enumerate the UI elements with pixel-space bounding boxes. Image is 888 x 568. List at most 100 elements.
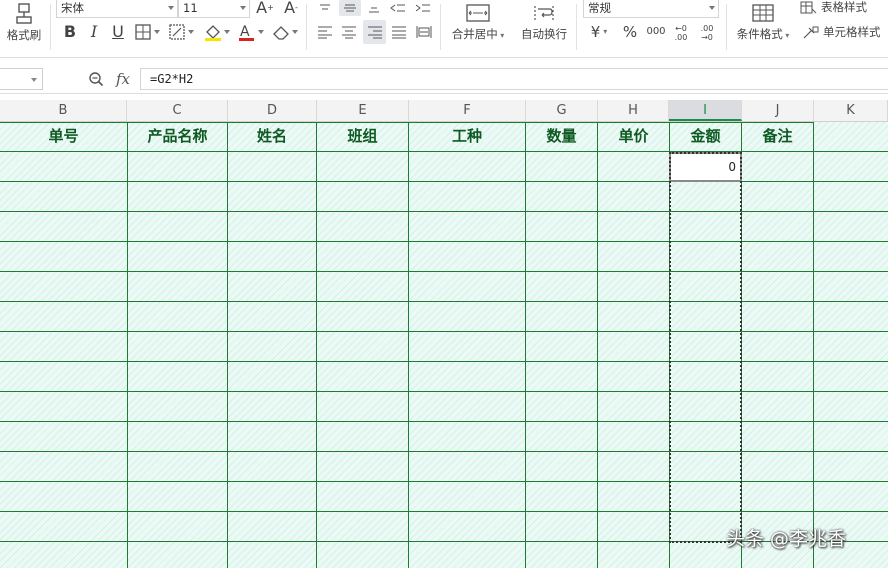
gridline xyxy=(0,451,888,452)
font-size-select[interactable]: 11 xyxy=(178,0,250,18)
zoom-lookup-button[interactable] xyxy=(86,70,106,88)
font-name-select[interactable]: 宋体 xyxy=(56,0,178,18)
column-header-bar: B C D E F G H I J K xyxy=(0,100,888,122)
font-size-value: 11 xyxy=(183,1,198,15)
align-bottom-button[interactable] xyxy=(364,0,384,16)
chevron-down-icon: ▾ xyxy=(782,30,790,40)
align-center-button[interactable] xyxy=(339,22,359,42)
formula-input[interactable]: =G2*H2 xyxy=(140,68,888,90)
active-cell-i2[interactable]: 0 xyxy=(669,152,742,182)
column-header-c[interactable]: C xyxy=(127,100,228,121)
align-left-icon xyxy=(318,26,332,39)
align-left-button[interactable] xyxy=(315,22,335,42)
spreadsheet-grid[interactable]: 单号 产品名称 姓名 班组 工种 数量 单价 金额 备注 0 头条 @李兆香 xyxy=(0,122,888,568)
increase-indent-button[interactable] xyxy=(413,0,433,16)
chevron-down-icon xyxy=(31,78,37,82)
ribbon-divider xyxy=(50,4,51,50)
distributed-align-button[interactable] xyxy=(414,22,434,42)
currency-format-button[interactable]: ¥ ▾ xyxy=(584,22,614,42)
column-header-b[interactable]: B xyxy=(0,100,127,121)
wrap-text-button[interactable]: 自动换行 xyxy=(516,0,572,44)
align-bottom-icon xyxy=(369,7,379,13)
borders-button[interactable] xyxy=(134,22,162,42)
header-cell-team[interactable]: 班组 xyxy=(317,122,408,151)
conditional-format-icon xyxy=(752,4,774,22)
indent-icon xyxy=(415,4,430,12)
column-header-f[interactable]: F xyxy=(409,100,526,121)
number-format-value: 常规 xyxy=(588,1,611,15)
bold-button[interactable]: B xyxy=(60,22,80,42)
increase-decimal-label: ←0 .00 xyxy=(674,24,688,42)
cell-shading-button[interactable] xyxy=(168,22,196,42)
ribbon-toolbar: 格式刷 宋体 11 A + A- B I U A 合并居中 ▾ 自动换行 常规 … xyxy=(0,0,888,58)
gridline xyxy=(0,151,888,152)
clear-format-button[interactable] xyxy=(270,22,300,42)
column-header-e[interactable]: E xyxy=(317,100,409,121)
merge-cells-icon xyxy=(466,4,490,22)
column-header-g[interactable]: G xyxy=(526,100,598,121)
conditional-format-label: 条件格式 xyxy=(736,26,783,41)
italic-button[interactable]: I xyxy=(84,22,104,42)
font-color-icon: A xyxy=(239,24,264,41)
gridline xyxy=(525,122,526,568)
header-cell-unit-price[interactable]: 单价 xyxy=(598,122,669,151)
table-style-label: 表格样式 xyxy=(821,0,867,15)
gridline xyxy=(0,271,888,272)
header-cell-name[interactable]: 姓名 xyxy=(228,122,316,151)
chevron-down-icon: ▾ xyxy=(497,30,505,40)
fill-color-button[interactable] xyxy=(202,22,232,42)
gridline xyxy=(0,391,888,392)
distributed-align-icon xyxy=(416,26,432,38)
header-cell-quantity[interactable]: 数量 xyxy=(526,122,597,151)
increase-decimal-button[interactable]: ←0 .00 xyxy=(670,22,692,44)
borders-icon xyxy=(135,24,160,40)
conditional-format-button[interactable]: 条件格式 ▾ xyxy=(732,0,794,44)
header-cell-remarks[interactable]: 备注 xyxy=(742,122,813,151)
outdent-icon xyxy=(390,4,405,12)
justify-button[interactable] xyxy=(389,22,409,42)
header-cell-product-name[interactable]: 产品名称 xyxy=(128,122,227,151)
format-painter-button[interactable]: 格式刷 xyxy=(4,0,44,44)
font-shrink-button[interactable]: A- xyxy=(280,0,302,16)
gridline xyxy=(597,122,598,568)
ribbon-divider xyxy=(440,4,441,50)
underline-label: U xyxy=(112,22,124,41)
column-header-i[interactable]: I xyxy=(669,100,742,121)
thousands-separator-button[interactable]: 000 xyxy=(644,22,668,42)
decrease-decimal-button[interactable]: .00 →0 xyxy=(696,22,718,44)
decrease-indent-button[interactable] xyxy=(388,0,408,16)
font-grow-button[interactable]: A + xyxy=(254,0,276,16)
cell-style-button[interactable]: 单元格样式 xyxy=(802,24,888,42)
align-right-button[interactable] xyxy=(363,20,386,44)
insert-function-button[interactable]: fx xyxy=(112,70,134,88)
magnifier-icon xyxy=(89,72,104,87)
header-cell-order-no[interactable]: 单号 xyxy=(0,122,127,151)
gridline xyxy=(316,122,317,568)
align-middle-button[interactable] xyxy=(339,0,361,16)
name-box[interactable] xyxy=(0,68,43,90)
column-header-j[interactable]: J xyxy=(742,100,814,121)
chevron-down-icon xyxy=(240,6,246,10)
font-color-button[interactable]: A xyxy=(236,22,266,42)
cell-style-label: 单元格样式 xyxy=(823,25,881,40)
column-header-k[interactable]: K xyxy=(814,100,888,121)
bold-label: B xyxy=(63,22,77,41)
underline-button[interactable]: U xyxy=(108,22,128,42)
column-header-d[interactable]: D xyxy=(228,100,317,121)
header-cell-job-type[interactable]: 工种 xyxy=(409,122,525,151)
percent-format-button[interactable]: % xyxy=(620,22,640,42)
gridline xyxy=(0,361,888,362)
number-format-select[interactable]: 常规 xyxy=(583,0,719,18)
font-name-value: 宋体 xyxy=(61,1,84,15)
align-top-button[interactable] xyxy=(315,0,335,16)
watermark-text: 头条 @李兆香 xyxy=(726,528,847,550)
align-middle-icon xyxy=(344,4,356,12)
table-style-button[interactable]: 表格样式 xyxy=(800,0,888,16)
merge-center-button[interactable]: 合并居中 ▾ xyxy=(448,0,508,44)
percent-label: % xyxy=(622,22,638,41)
header-cell-amount[interactable]: 金额 xyxy=(670,122,741,151)
gridline xyxy=(127,122,128,568)
font-shrink-label: A xyxy=(284,0,296,17)
column-header-h[interactable]: H xyxy=(598,100,669,121)
justify-icon xyxy=(392,26,406,39)
